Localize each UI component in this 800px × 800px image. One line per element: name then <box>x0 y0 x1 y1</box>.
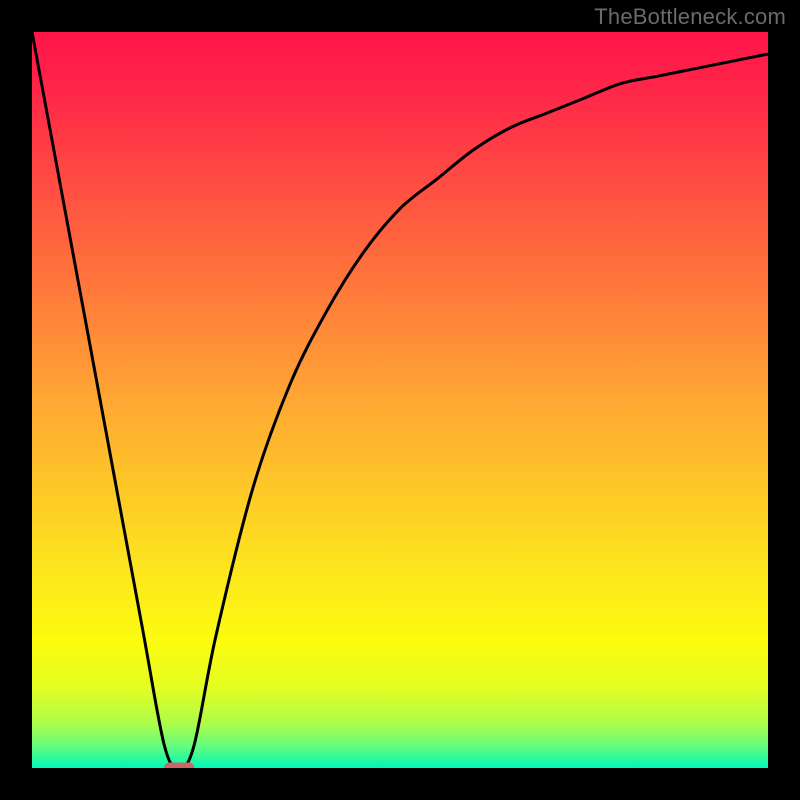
chart-frame: TheBottleneck.com <box>0 0 800 800</box>
watermark-text: TheBottleneck.com <box>594 4 786 30</box>
bottleneck-chart <box>32 32 768 768</box>
optimal-marker <box>164 763 194 769</box>
chart-background <box>32 32 768 768</box>
